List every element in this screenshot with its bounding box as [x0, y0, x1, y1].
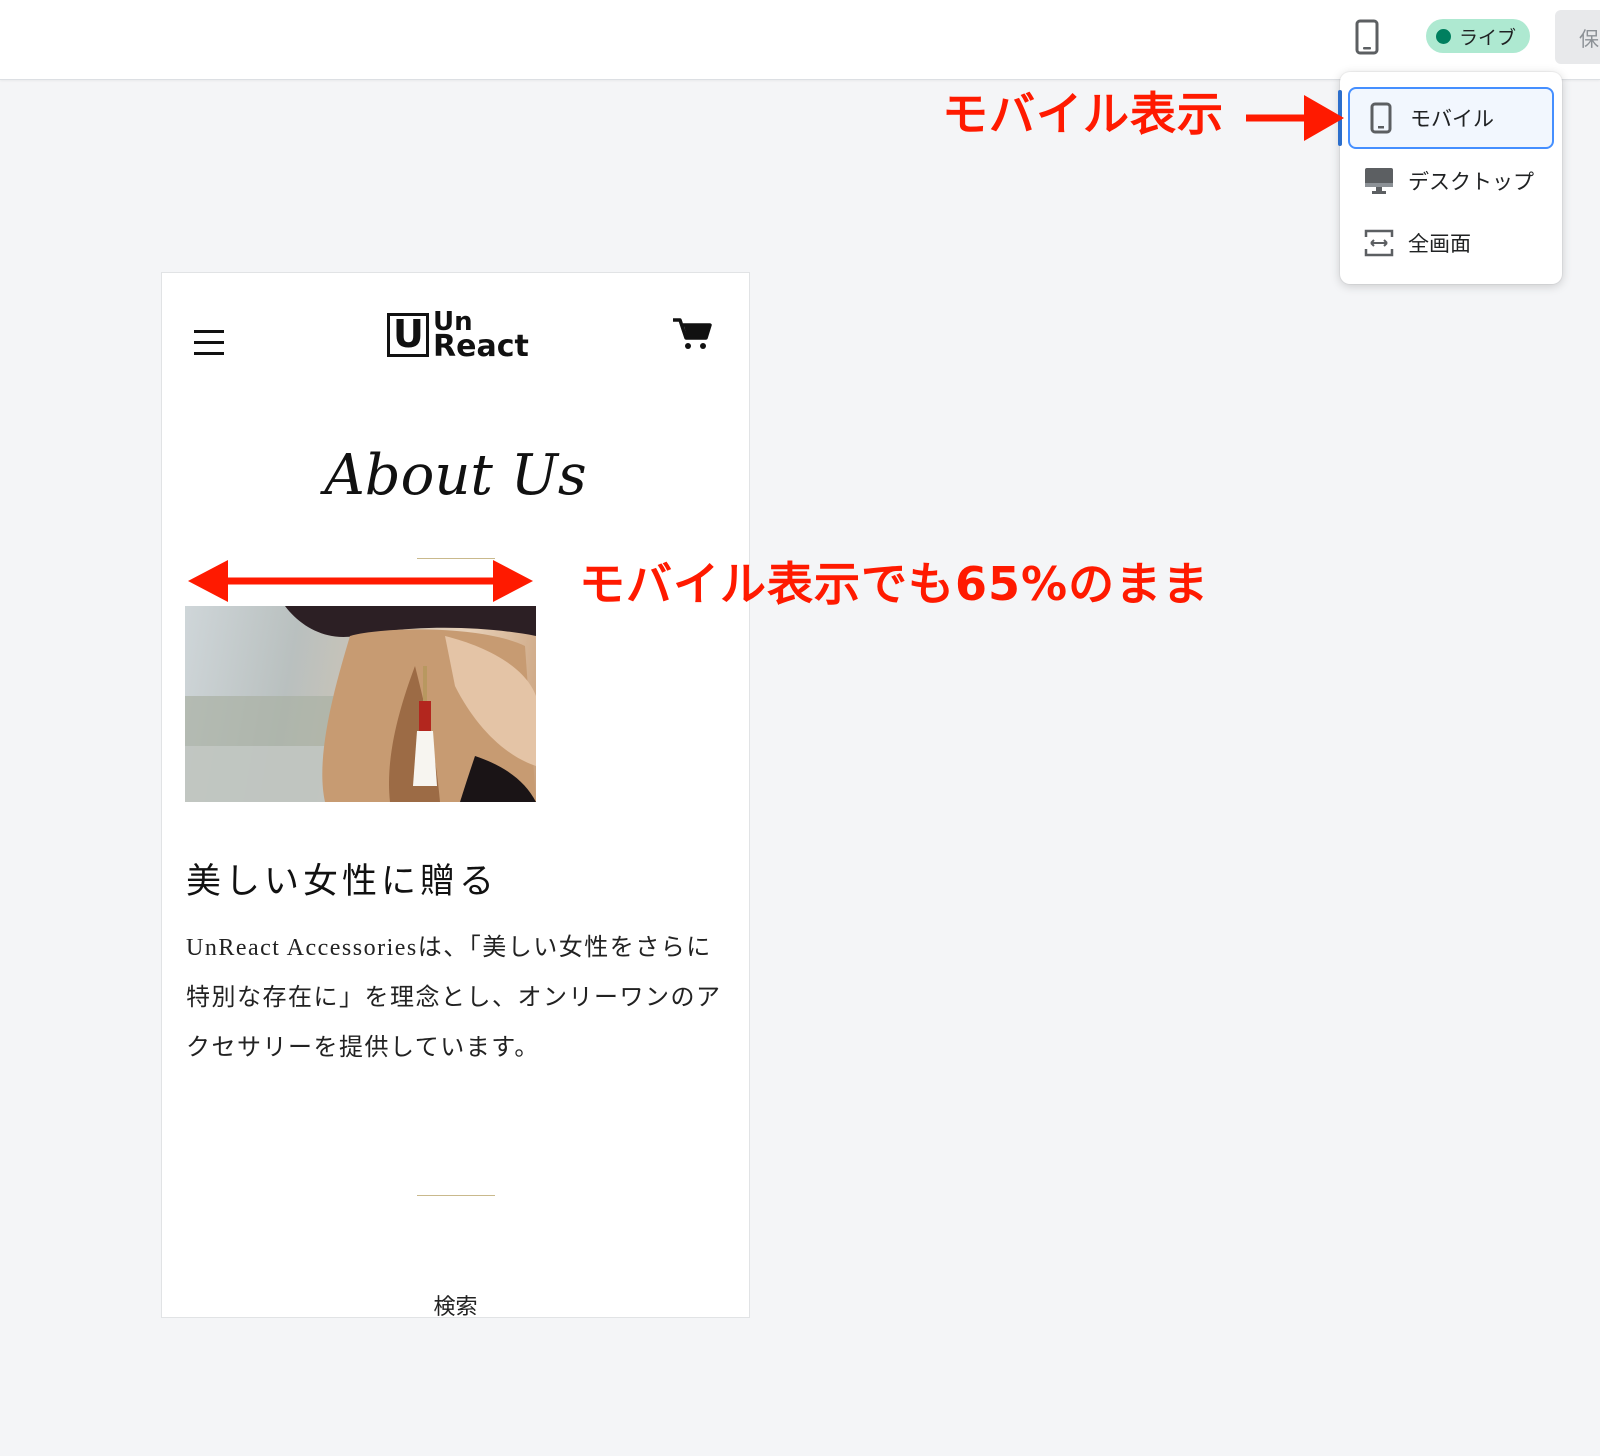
arrow-head-right	[1304, 95, 1344, 141]
arrow-head-right-2	[493, 560, 533, 602]
arrow-head-left	[188, 560, 228, 602]
annotation-arrows	[188, 95, 1344, 602]
